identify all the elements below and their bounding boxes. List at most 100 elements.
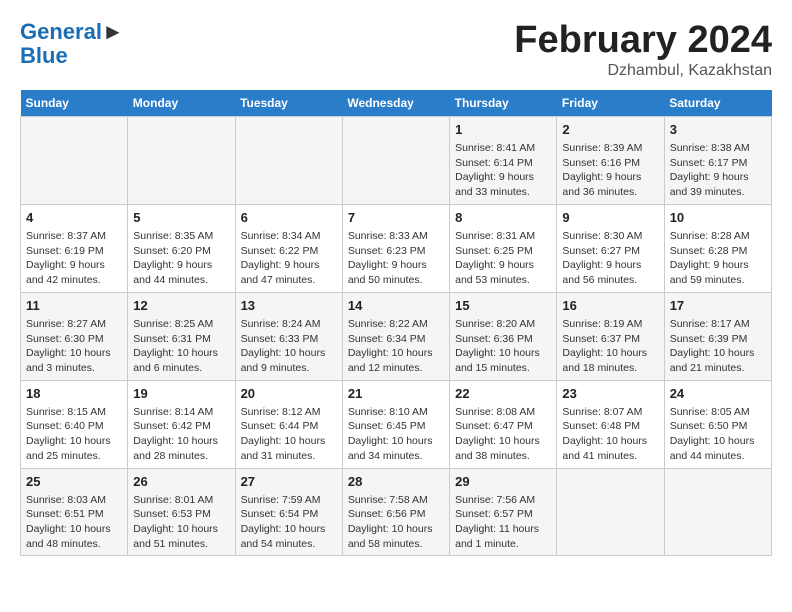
day-number: 20	[241, 385, 337, 403]
day-number: 12	[133, 297, 229, 315]
day-info: Sunrise: 8:27 AMSunset: 6:30 PMDaylight:…	[26, 317, 122, 376]
day-number: 6	[241, 209, 337, 227]
calendar-cell	[557, 468, 664, 556]
calendar-cell: 3Sunrise: 8:38 AMSunset: 6:17 PMDaylight…	[664, 116, 771, 204]
calendar-cell	[664, 468, 771, 556]
day-info: Sunrise: 8:10 AMSunset: 6:45 PMDaylight:…	[348, 405, 444, 464]
calendar-week-row: 1Sunrise: 8:41 AMSunset: 6:14 PMDaylight…	[21, 116, 772, 204]
day-info: Sunrise: 8:33 AMSunset: 6:23 PMDaylight:…	[348, 229, 444, 288]
calendar-cell: 20 Sunrise: 8:12 AMSunset: 6:44 PMDayligh…	[235, 380, 342, 468]
calendar-cell: 5 Sunrise: 8:35 AMSunset: 6:20 PMDaylight…	[128, 204, 235, 292]
day-number: 23	[562, 385, 658, 403]
day-of-week-header: Friday	[557, 90, 664, 117]
day-info: Sunrise: 7:59 AMSunset: 6:54 PMDaylight:…	[241, 493, 337, 552]
day-info: Sunrise: 8:07 AMSunset: 6:48 PMDaylight:…	[562, 405, 658, 464]
day-number: 21	[348, 385, 444, 403]
day-info: Sunrise: 8:19 AMSunset: 6:37 PMDaylight:…	[562, 317, 658, 376]
day-number: 25	[26, 473, 122, 491]
calendar-cell: 23 Sunrise: 8:07 AMSunset: 6:48 PMDayligh…	[557, 380, 664, 468]
day-info: Sunrise: 8:08 AMSunset: 6:47 PMDaylight:…	[455, 405, 551, 464]
calendar-cell: 25 Sunrise: 8:03 AMSunset: 6:51 PMDayligh…	[21, 468, 128, 556]
day-info: Sunrise: 8:30 AMSunset: 6:27 PMDaylight:…	[562, 229, 658, 288]
day-number: 15	[455, 297, 551, 315]
day-info: Sunrise: 8:15 AMSunset: 6:40 PMDaylight:…	[26, 405, 122, 464]
day-number: 17	[670, 297, 766, 315]
day-info: Sunrise: 8:24 AMSunset: 6:33 PMDaylight:…	[241, 317, 337, 376]
day-number: 4	[26, 209, 122, 227]
day-number: 8	[455, 209, 551, 227]
calendar-cell	[128, 116, 235, 204]
calendar-cell: 12 Sunrise: 8:25 AMSunset: 6:31 PMDayligh…	[128, 292, 235, 380]
day-info: Sunrise: 8:03 AMSunset: 6:51 PMDaylight:…	[26, 493, 122, 552]
day-info: Sunrise: 8:37 AMSunset: 6:19 PMDaylight:…	[26, 229, 122, 288]
calendar-cell: 10Sunrise: 8:28 AMSunset: 6:28 PMDayligh…	[664, 204, 771, 292]
day-info: Sunrise: 8:01 AMSunset: 6:53 PMDaylight:…	[133, 493, 229, 552]
calendar-cell: 22Sunrise: 8:08 AMSunset: 6:47 PMDayligh…	[450, 380, 557, 468]
calendar-cell: 2Sunrise: 8:39 AMSunset: 6:16 PMDaylight…	[557, 116, 664, 204]
day-of-week-header: Tuesday	[235, 90, 342, 117]
day-number: 18	[26, 385, 122, 403]
calendar-cell: 21 Sunrise: 8:10 AMSunset: 6:45 PMDayligh…	[342, 380, 449, 468]
day-info: Sunrise: 8:34 AMSunset: 6:22 PMDaylight:…	[241, 229, 337, 288]
calendar-cell: 18 Sunrise: 8:15 AMSunset: 6:40 PMDayligh…	[21, 380, 128, 468]
day-info: Sunrise: 8:22 AMSunset: 6:34 PMDaylight:…	[348, 317, 444, 376]
calendar-cell	[235, 116, 342, 204]
day-info: Sunrise: 8:35 AMSunset: 6:20 PMDaylight:…	[133, 229, 229, 288]
day-number: 19	[133, 385, 229, 403]
calendar-cell	[342, 116, 449, 204]
day-number: 1	[455, 121, 551, 139]
month-title: February 2024	[514, 20, 772, 62]
day-number: 29	[455, 473, 551, 491]
calendar-cell	[21, 116, 128, 204]
day-info: Sunrise: 8:28 AMSunset: 6:28 PMDaylight:…	[670, 229, 766, 288]
title-block: February 2024 Dzhambul, Kazakhstan	[514, 20, 772, 80]
day-number: 5	[133, 209, 229, 227]
day-info: Sunrise: 7:56 AMSunset: 6:57 PMDaylight:…	[455, 493, 551, 552]
calendar-cell: 29 Sunrise: 7:56 AMSunset: 6:57 PMDayligh…	[450, 468, 557, 556]
calendar-cell: 17 Sunrise: 8:17 AMSunset: 6:39 PMDayligh…	[664, 292, 771, 380]
day-number: 28	[348, 473, 444, 491]
day-number: 9	[562, 209, 658, 227]
day-number: 13	[241, 297, 337, 315]
calendar-cell: 1Sunrise: 8:41 AMSunset: 6:14 PMDaylight…	[450, 116, 557, 204]
day-of-week-header: Monday	[128, 90, 235, 117]
day-info: Sunrise: 8:14 AMSunset: 6:42 PMDaylight:…	[133, 405, 229, 464]
calendar-cell: 8 Sunrise: 8:31 AMSunset: 6:25 PMDaylight…	[450, 204, 557, 292]
calendar-cell: 9 Sunrise: 8:30 AMSunset: 6:27 PMDaylight…	[557, 204, 664, 292]
day-info: Sunrise: 8:17 AMSunset: 6:39 PMDaylight:…	[670, 317, 766, 376]
day-number: 24	[670, 385, 766, 403]
day-info: Sunrise: 8:12 AMSunset: 6:44 PMDaylight:…	[241, 405, 337, 464]
calendar-cell: 7 Sunrise: 8:33 AMSunset: 6:23 PMDaylight…	[342, 204, 449, 292]
calendar-header-row: SundayMondayTuesdayWednesdayThursdayFrid…	[21, 90, 772, 117]
day-number: 26	[133, 473, 229, 491]
calendar-cell: 13 Sunrise: 8:24 AMSunset: 6:33 PMDayligh…	[235, 292, 342, 380]
calendar-cell: 27 Sunrise: 7:59 AMSunset: 6:54 PMDayligh…	[235, 468, 342, 556]
day-info: Sunrise: 8:20 AMSunset: 6:36 PMDaylight:…	[455, 317, 551, 376]
day-info: Sunrise: 8:39 AMSunset: 6:16 PMDaylight:…	[562, 141, 658, 200]
calendar-cell: 16 Sunrise: 8:19 AMSunset: 6:37 PMDayligh…	[557, 292, 664, 380]
calendar-cell: 26 Sunrise: 8:01 AMSunset: 6:53 PMDayligh…	[128, 468, 235, 556]
day-info: Sunrise: 8:31 AMSunset: 6:25 PMDaylight:…	[455, 229, 551, 288]
calendar-cell: 14 Sunrise: 8:22 AMSunset: 6:34 PMDayligh…	[342, 292, 449, 380]
calendar-cell: 4 Sunrise: 8:37 AMSunset: 6:19 PMDaylight…	[21, 204, 128, 292]
calendar-week-row: 25 Sunrise: 8:03 AMSunset: 6:51 PMDayligh…	[21, 468, 772, 556]
day-of-week-header: Thursday	[450, 90, 557, 117]
day-info: Sunrise: 8:38 AMSunset: 6:17 PMDaylight:…	[670, 141, 766, 200]
calendar-cell: 11 Sunrise: 8:27 AMSunset: 6:30 PMDayligh…	[21, 292, 128, 380]
page-header: General► Blue February 2024 Dzhambul, Ka…	[20, 20, 772, 80]
logo: General► Blue	[20, 20, 124, 68]
day-info: Sunrise: 8:25 AMSunset: 6:31 PMDaylight:…	[133, 317, 229, 376]
calendar-cell: 6 Sunrise: 8:34 AMSunset: 6:22 PMDaylight…	[235, 204, 342, 292]
day-number: 16	[562, 297, 658, 315]
day-number: 14	[348, 297, 444, 315]
calendar-table: SundayMondayTuesdayWednesdayThursdayFrid…	[20, 90, 772, 557]
calendar-cell: 19 Sunrise: 8:14 AMSunset: 6:42 PMDayligh…	[128, 380, 235, 468]
calendar-week-row: 4 Sunrise: 8:37 AMSunset: 6:19 PMDaylight…	[21, 204, 772, 292]
calendar-cell: 24 Sunrise: 8:05 AMSunset: 6:50 PMDayligh…	[664, 380, 771, 468]
day-of-week-header: Saturday	[664, 90, 771, 117]
day-of-week-header: Sunday	[21, 90, 128, 117]
day-number: 27	[241, 473, 337, 491]
day-number: 7	[348, 209, 444, 227]
day-number: 11	[26, 297, 122, 315]
day-info: Sunrise: 8:05 AMSunset: 6:50 PMDaylight:…	[670, 405, 766, 464]
